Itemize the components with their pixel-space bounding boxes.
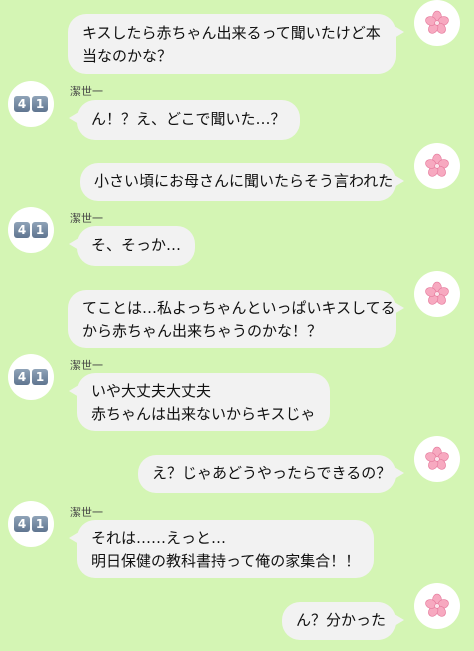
digit-badge: 4 — [14, 369, 30, 385]
message-line: え？じゃあどうやったらできるの？ — [152, 464, 392, 482]
cherry-blossom-icon — [425, 10, 449, 34]
message-bubble[interactable]: それは……えっと… 明日保健の教科書持って俺の家集合！！ — [68, 520, 375, 578]
cherry-blossom-icon — [425, 153, 449, 177]
message-line: 赤ちゃんは出来ないからキスじゃ — [91, 405, 316, 423]
message-bubble[interactable]: え？じゃあどうやったらできるの？ — [138, 455, 404, 493]
my-avatar[interactable] — [414, 436, 460, 482]
message-bubble[interactable]: いや大丈夫大丈夫 赤ちゃんは出来ないからキスじゃ — [69, 373, 330, 431]
friend-avatar[interactable]: 4 1 — [8, 501, 54, 547]
friend-avatar[interactable]: 4 1 — [8, 207, 54, 253]
my-avatar[interactable] — [414, 0, 460, 46]
number-41-emoji-icon: 4 1 — [14, 222, 48, 238]
message-line: 当なのかな？ — [82, 47, 173, 65]
message-line: てことは…私よっちゃんといっぱいキスしてる — [82, 299, 396, 317]
sender-name: 潔世一 — [70, 85, 103, 98]
digit-badge: 4 — [14, 222, 30, 238]
message-line: から赤ちゃん出来ちゃうのかな！？ — [82, 322, 323, 340]
cherry-blossom-icon — [425, 446, 449, 470]
message-line: それは……えっと… — [91, 529, 227, 547]
message-bubble[interactable]: ん！？え、どこで聞いた…？ — [69, 100, 300, 140]
message-line: ん！？え、どこで聞いた…？ — [91, 110, 286, 128]
sender-name: 潔世一 — [70, 506, 103, 519]
friend-avatar[interactable]: 4 1 — [8, 354, 54, 400]
cherry-blossom-icon — [425, 281, 449, 305]
digit-badge: 4 — [14, 516, 30, 532]
digit-badge: 1 — [32, 516, 48, 532]
digit-badge: 1 — [32, 222, 48, 238]
digit-badge: 1 — [32, 369, 48, 385]
message-line: ん？分かった — [296, 611, 387, 629]
my-avatar[interactable] — [414, 271, 460, 317]
my-avatar[interactable] — [414, 583, 460, 629]
message-line: 小さい頃にお母さんに聞いたらそう言われた — [94, 172, 394, 190]
message-bubble[interactable]: キスしたら赤ちゃん出来るって聞いたけど本 当なのかな？ — [68, 14, 404, 74]
message-bubble[interactable]: そ、そっか… — [68, 226, 196, 266]
sender-name: 潔世一 — [70, 359, 103, 372]
friend-avatar[interactable]: 4 1 — [8, 81, 54, 127]
message-line: いや大丈夫大丈夫 — [91, 382, 212, 400]
digit-badge: 1 — [32, 96, 48, 112]
message-line: キスしたら赤ちゃん出来るって聞いたけど本 — [82, 24, 381, 42]
sender-name: 潔世一 — [70, 212, 103, 225]
message-line: 明日保健の教科書持って俺の家集合！！ — [91, 552, 361, 570]
digit-badge: 4 — [14, 96, 30, 112]
number-41-emoji-icon: 4 1 — [14, 96, 48, 112]
number-41-emoji-icon: 4 1 — [14, 516, 48, 532]
message-bubble[interactable]: ん？分かった — [282, 602, 404, 640]
cherry-blossom-icon — [425, 593, 449, 617]
message-bubble[interactable]: 小さい頃にお母さんに聞いたらそう言われた — [80, 163, 404, 201]
message-bubble[interactable]: てことは…私よっちゃんといっぱいキスしてる から赤ちゃん出来ちゃうのかな！？ — [68, 290, 404, 348]
my-avatar[interactable] — [414, 143, 460, 189]
message-line: そ、そっか… — [91, 236, 182, 254]
number-41-emoji-icon: 4 1 — [14, 369, 48, 385]
